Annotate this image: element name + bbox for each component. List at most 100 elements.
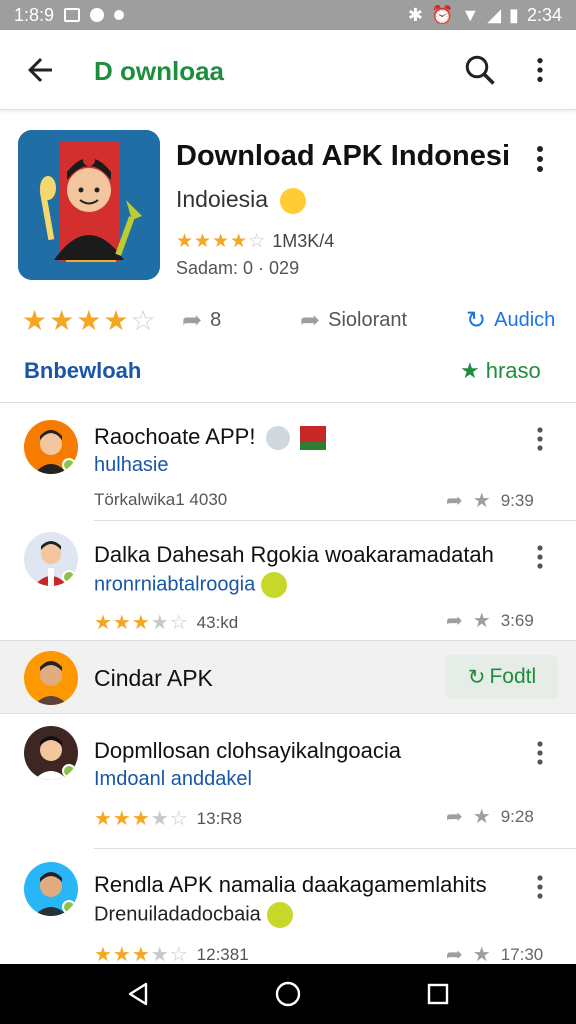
- section-band[interactable]: Cindar APK ↻ Fodtl: [0, 640, 576, 714]
- verified-badge-icon: [62, 900, 76, 914]
- item-meta-text: 13:R8: [196, 808, 243, 828]
- nav-back-icon[interactable]: [122, 978, 154, 1010]
- item-actions: ➦ ★ 3:69: [446, 608, 534, 633]
- app-icon[interactable]: [18, 130, 160, 280]
- avatar: [24, 862, 78, 916]
- relevant-label: Siolorant: [328, 308, 408, 331]
- star-icon[interactable]: ★: [49, 304, 74, 337]
- item-actions: ➦ ★ 9:28: [446, 804, 534, 829]
- flag-icon: [299, 426, 326, 451]
- system-nav-bar: [0, 964, 576, 1024]
- list-item[interactable]: Dopmllosan clohsayikalngoacia Imdoanl an…: [0, 714, 576, 848]
- signal-icon: ◢: [487, 4, 502, 25]
- band-title: Cindar APK: [94, 665, 213, 691]
- nav-home-icon[interactable]: [272, 978, 304, 1010]
- section-featured-label: hraso: [485, 358, 541, 383]
- star-empty-icon[interactable]: ☆: [130, 304, 155, 337]
- item-title-text: Raochoate APP!: [94, 424, 256, 449]
- status-bar: 1:8:9 ✱ ⏰ ▼ ◢ ▮ 2:34: [0, 0, 576, 30]
- share-button[interactable]: ➦ 8: [182, 306, 221, 335]
- refresh-icon: ↻: [467, 665, 486, 689]
- app-header-card: Download APK Indonesi Indoiesia ★★★★☆ 1M…: [0, 112, 576, 402]
- search-icon[interactable]: [462, 52, 498, 88]
- app-more-icon[interactable]: [530, 144, 550, 174]
- emoji-icon: [261, 572, 288, 598]
- item-title: Rendla APK namalia daakagamemlahits: [94, 872, 487, 897]
- flag-avatar-icon: [265, 426, 290, 451]
- star-icon[interactable]: ★: [473, 608, 491, 633]
- app-date: Sadam: 0 · 029: [176, 258, 300, 278]
- rating-stars: ★★★★☆: [176, 231, 267, 252]
- item-time: 17:30: [500, 944, 544, 964]
- image-notification-icon: [64, 8, 81, 22]
- wifi-icon: ▼: [461, 4, 480, 25]
- item-meta: ★★★★☆ 13:R8: [94, 806, 242, 831]
- section-header: Bnbewloah ★ hraso: [0, 352, 576, 402]
- app-bar: D ownloaa: [0, 30, 576, 110]
- verified-badge-icon: [62, 570, 76, 584]
- action-row: ★ ★ ★ ★ ☆ ➦ 8 ➦ Siolorant ↻ Audich: [22, 302, 562, 338]
- refresh-icon: ↻: [466, 306, 487, 334]
- star-icon[interactable]: ★: [473, 804, 491, 829]
- share-arrow-icon: ➦: [182, 306, 203, 334]
- avatar: [24, 651, 78, 705]
- band-action-button[interactable]: ↻ Fodtl: [446, 655, 558, 699]
- forward-arrow-icon: ➦: [300, 306, 321, 334]
- star-icon[interactable]: ★: [22, 304, 47, 337]
- star-icon[interactable]: ★: [473, 488, 491, 513]
- emoji-icon: [266, 902, 293, 928]
- item-meta-text: 12:381: [196, 944, 249, 964]
- item-time: 9:39: [500, 490, 534, 510]
- item-subtitle: hulhasie: [94, 454, 169, 476]
- status-clock: 2:34: [526, 4, 562, 25]
- item-meta: Törkalwika1 4030: [94, 490, 228, 509]
- status-time: 1:8:9: [14, 4, 55, 25]
- star-icon[interactable]: ★: [76, 304, 101, 337]
- share-icon[interactable]: ➦: [446, 608, 463, 633]
- item-more-icon[interactable]: [532, 544, 548, 570]
- item-actions: ➦ ★ 9:39: [446, 488, 534, 513]
- rating-stars: ★★★★☆: [94, 808, 189, 830]
- item-subtitle-text: nronrniabtalroogia: [94, 573, 256, 596]
- rating-stars: ★★★★☆: [94, 612, 189, 634]
- item-time: 3:69: [500, 610, 534, 630]
- item-title: Dopmllosan clohsayikalngoacia: [94, 738, 401, 763]
- item-time: 9:28: [500, 806, 534, 826]
- relevant-button[interactable]: ➦ Siolorant: [300, 306, 407, 335]
- item-more-icon[interactable]: [532, 740, 548, 766]
- avatar: [24, 420, 78, 474]
- list-item[interactable]: Raochoate APP! hulhasie Törkalwika1 4030…: [0, 402, 576, 520]
- rate-stars[interactable]: ★ ★ ★ ★ ☆: [22, 304, 156, 337]
- share-icon[interactable]: ➦: [446, 488, 463, 513]
- section-featured-link[interactable]: ★ hraso: [460, 358, 541, 384]
- item-subtitle: nronrniabtalroogia: [94, 572, 288, 598]
- star-icon[interactable]: ★: [103, 304, 128, 337]
- nav-recents-icon[interactable]: [422, 978, 454, 1010]
- item-meta: ★★★★☆ 43:kd: [94, 610, 238, 635]
- avatar: [24, 726, 78, 780]
- more-vert-icon[interactable]: [524, 52, 556, 88]
- alarm-icon: ⏰: [430, 4, 454, 25]
- star-green-icon: ★: [460, 358, 480, 383]
- item-more-icon[interactable]: [532, 426, 548, 452]
- item-title: Raochoate APP!: [94, 424, 326, 451]
- verified-badge-icon: [62, 764, 76, 778]
- item-subtitle: Imdoanl anddakel: [94, 768, 252, 790]
- list-item[interactable]: Dalka Dahesah Rgokia woakaramadatah nron…: [0, 520, 576, 638]
- share-icon[interactable]: ➦: [446, 804, 463, 829]
- app-subtitle: Indoiesia: [176, 186, 307, 214]
- list-item[interactable]: Rendla APK namalia daakagamemlahits Dren…: [0, 848, 576, 966]
- band-action-label: Fodtl: [489, 665, 537, 688]
- app-bar-title: D ownloaa: [94, 56, 225, 86]
- item-subtitle-text: Drenuiladadocbaia: [94, 903, 261, 926]
- item-subtitle: Drenuiladadocbaia: [94, 902, 293, 928]
- notification-dot-small-icon: [114, 10, 125, 20]
- item-meta-text: 43:kd: [196, 612, 239, 632]
- item-more-icon[interactable]: [532, 874, 548, 900]
- install-button[interactable]: ↻ Audich: [466, 306, 555, 335]
- back-arrow-icon[interactable]: [22, 52, 58, 88]
- install-label: Audich: [494, 308, 556, 331]
- share-count: 8: [210, 308, 222, 331]
- section-tab-download[interactable]: Bnbewloah: [24, 358, 141, 384]
- smile-emoji-icon: [280, 187, 307, 214]
